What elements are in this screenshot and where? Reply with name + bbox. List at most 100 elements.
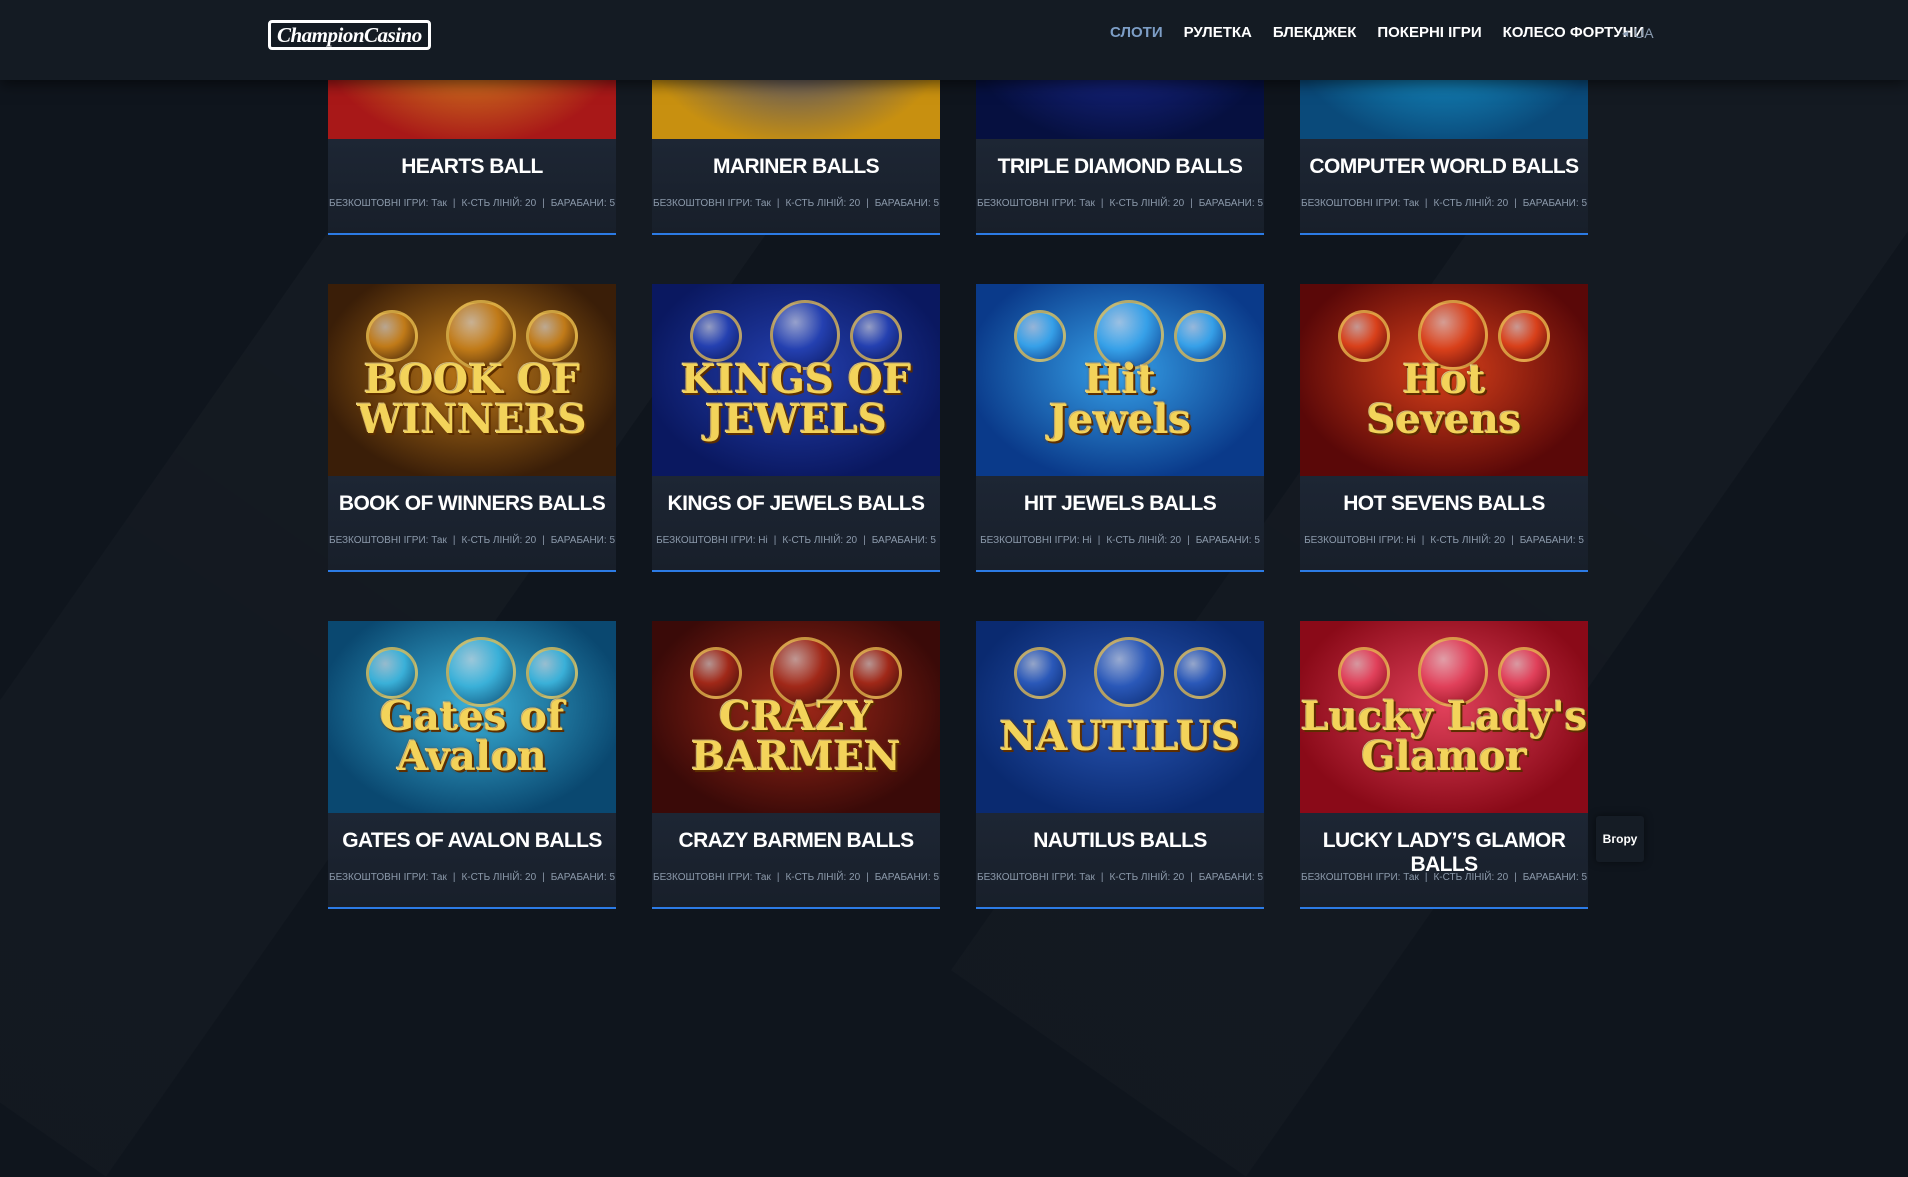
game-logo-text: Hot Sevens — [1366, 356, 1522, 443]
free-games-value: Так — [1079, 872, 1095, 883]
game-thumbnail[interactable]: BOOK OF WINNERS — [328, 284, 616, 476]
reels-label: БАРАБАНИ: — [871, 535, 928, 546]
game-thumbnail[interactable]: CRAZY BARMEN — [652, 621, 940, 813]
separator: | — [1190, 198, 1193, 209]
free-games-value: Так — [755, 872, 771, 883]
reels-value: 5 — [609, 535, 615, 546]
game-thumbnail[interactable]: Gates of Avalon — [328, 621, 616, 813]
game-title[interactable]: MARINER BALLS — [652, 155, 940, 179]
game-title[interactable]: HEARTS BALL — [328, 155, 616, 179]
game-logo-text: CRAZY BARMEN — [691, 693, 901, 780]
game-info: LUCKY LADY’S GLAMOR BALLS БЕЗКОШТОВНІ ІГР… — [1300, 813, 1588, 907]
game-title[interactable]: BOOK OF WINNERS BALLS — [328, 492, 616, 516]
game-card[interactable]: Hot Sevens HOT SEVENS BALLS БЕЗКОШТОВНІ ІГ… — [1300, 284, 1588, 572]
nav-item-slots[interactable]: СЛОТИ — [1110, 24, 1163, 41]
free-games-value: Ні — [1082, 535, 1092, 546]
back-to-top-button[interactable]: Вгору — [1596, 816, 1644, 862]
free-games-value: Ні — [758, 535, 768, 546]
game-thumbnail[interactable]: Hit Jewels — [976, 284, 1264, 476]
game-title[interactable]: COMPUTER WORLD BALLS — [1300, 155, 1588, 179]
separator: | — [452, 535, 456, 546]
separator: | — [1187, 535, 1190, 546]
reels-value: 5 — [1581, 872, 1587, 883]
nav-item-blackjack[interactable]: БЛЕКДЖЕК — [1273, 24, 1357, 41]
game-thumbnail[interactable]: NAUTILUS — [976, 621, 1264, 813]
language-selector[interactable]: ◀ UA — [1622, 25, 1654, 41]
separator: | — [452, 198, 456, 209]
free-games-value: Так — [1079, 198, 1095, 209]
lines-label: К-СТЬ ЛІНІЙ: — [461, 535, 523, 546]
game-title[interactable]: GATES OF AVALON BALLS — [328, 829, 616, 853]
game-card[interactable]: KINGS OF JEWELS KINGS OF JEWELS BALLS БЕЗК… — [652, 284, 940, 572]
game-logo-text: KINGS OF JEWELS — [680, 356, 912, 443]
lines-value: 20 — [525, 198, 537, 209]
free-games-value: Так — [431, 872, 447, 883]
game-title[interactable]: HIT JEWELS BALLS — [976, 492, 1264, 516]
free-games-label: БЕЗКОШТОВНІ ІГРИ: — [980, 535, 1080, 546]
game-logo-text: Hit Jewels — [1049, 356, 1191, 443]
free-games-label: БЕЗКОШТОВНІ ІГРИ: — [1304, 535, 1404, 546]
game-info: GATES OF AVALON BALLS БЕЗКОШТОВНІ ІГРИ: Т… — [328, 813, 616, 907]
game-thumbnail[interactable]: Hot Sevens — [1300, 284, 1588, 476]
reels-value: 5 — [609, 872, 615, 883]
lines-value: 20 — [1493, 535, 1506, 546]
game-meta: БЕЗКОШТОВНІ ІГРИ: Ні | К-СТЬ ЛІНІЙ: 20 | БАР… — [652, 535, 940, 546]
separator: | — [1190, 872, 1193, 883]
reels-value: 5 — [609, 198, 615, 209]
game-info: HEARTS BALL БЕЗКОШТОВНІ ІГРИ: Так | К-СТЬ Л… — [328, 139, 616, 233]
game-card[interactable]: BOOK OF WINNERS BOOK OF WINNERS BALLS БЕЗК… — [328, 284, 616, 572]
logo-text[interactable]: ChampionCasino — [268, 20, 431, 50]
reels-value: 5 — [933, 198, 939, 209]
reels-value: 5 — [1254, 535, 1260, 546]
free-games-label: БЕЗКОШТОВНІ ІГРИ: — [653, 198, 753, 209]
game-title[interactable]: TRIPLE DIAMOND BALLS — [976, 155, 1264, 179]
reels-label: БАРАБАНИ: — [1522, 872, 1579, 883]
nav-item-poker[interactable]: ПОКЕРНІ ІГРИ — [1377, 24, 1481, 41]
game-card[interactable]: NAUTILUS NAUTILUS BALLS БЕЗКОШТОВНІ ІГРИ: … — [976, 621, 1264, 909]
free-games-label: БЕЗКОШТОВНІ ІГРИ: — [653, 872, 753, 883]
separator: | — [1511, 535, 1514, 546]
game-info: MARINER BALLS БЕЗКОШТОВНІ ІГРИ: Так | К-СТЬ… — [652, 139, 940, 233]
separator: | — [773, 535, 777, 546]
lines-value: 20 — [845, 535, 858, 546]
nav-item-roulette[interactable]: РУЛЕТКА — [1184, 24, 1252, 41]
game-thumbnail[interactable]: Lucky Lady's Glamor — [1300, 621, 1588, 813]
reels-value: 5 — [1257, 872, 1263, 883]
site-header: ChampionCasino СЛОТИ РУЛЕТКА БЛЕКДЖЕК ПО… — [0, 0, 1908, 80]
game-card[interactable]: Lucky Lady's Glamor LUCKY LADY’S GLAMOR B… — [1300, 621, 1588, 909]
game-title[interactable]: KINGS OF JEWELS BALLS — [652, 492, 940, 516]
game-meta: БЕЗКОШТОВНІ ІГРИ: Ні | К-СТЬ ЛІНІЙ: 20 | БАР… — [1300, 535, 1588, 546]
free-games-value: Так — [1403, 198, 1419, 209]
reels-label: БАРАБАНИ: — [1519, 535, 1576, 546]
game-info: HIT JEWELS BALLS БЕЗКОШТОВНІ ІГРИ: Ні | К-С… — [976, 476, 1264, 570]
free-games-label: БЕЗКОШТОВНІ ІГРИ: — [1301, 872, 1401, 883]
main-nav: СЛОТИ РУЛЕТКА БЛЕКДЖЕК ПОКЕРНІ ІГРИ КОЛЕ… — [1110, 24, 1665, 41]
game-meta: БЕЗКОШТОВНІ ІГРИ: Так | К-СТЬ ЛІНІЙ: 20 | БА… — [1300, 872, 1588, 883]
separator: | — [542, 872, 545, 883]
separator: | — [1424, 198, 1428, 209]
lines-label: К-СТЬ ЛІНІЙ: — [782, 535, 844, 546]
separator: | — [452, 872, 456, 883]
free-games-label: БЕЗКОШТОВНІ ІГРИ: — [1301, 198, 1401, 209]
game-card[interactable]: Hit Jewels HIT JEWELS BALLS БЕЗКОШТОВНІ ІГ… — [976, 284, 1264, 572]
game-card[interactable]: Gates of Avalon GATES OF AVALON BALLS БЕЗК… — [328, 621, 616, 909]
lines-label: К-СТЬ ЛІНІЙ: — [1109, 198, 1171, 209]
game-card[interactable]: CRAZY BARMEN CRAZY BARMEN BALLS БЕЗКОШТОВН… — [652, 621, 940, 909]
separator: | — [1514, 198, 1517, 209]
reels-label: БАРАБАНИ: — [550, 872, 607, 883]
game-title[interactable]: LUCKY LADY’S GLAMOR BALLS — [1300, 829, 1588, 877]
lines-label: К-СТЬ ЛІНІЙ: — [1433, 198, 1495, 209]
game-info: BOOK OF WINNERS BALLS БЕЗКОШТОВНІ ІГРИ: Т… — [328, 476, 616, 570]
game-title[interactable]: CRAZY BARMEN BALLS — [652, 829, 940, 853]
game-meta: БЕЗКОШТОВНІ ІГРИ: Так | К-СТЬ ЛІНІЙ: 20 | БА… — [976, 198, 1264, 209]
lines-label: К-СТЬ ЛІНІЙ: — [1109, 872, 1171, 883]
separator: | — [863, 535, 866, 546]
champion-casino-logo[interactable]: ChampionCasino — [268, 20, 498, 50]
separator: | — [1424, 872, 1428, 883]
game-title[interactable]: HOT SEVENS BALLS — [1300, 492, 1588, 516]
game-thumbnail[interactable]: KINGS OF JEWELS — [652, 284, 940, 476]
reels-value: 5 — [930, 535, 936, 546]
separator: | — [776, 198, 780, 209]
game-info: COMPUTER WORLD BALLS БЕЗКОШТОВНІ ІГРИ: Та… — [1300, 139, 1588, 233]
game-title[interactable]: NAUTILUS BALLS — [976, 829, 1264, 853]
